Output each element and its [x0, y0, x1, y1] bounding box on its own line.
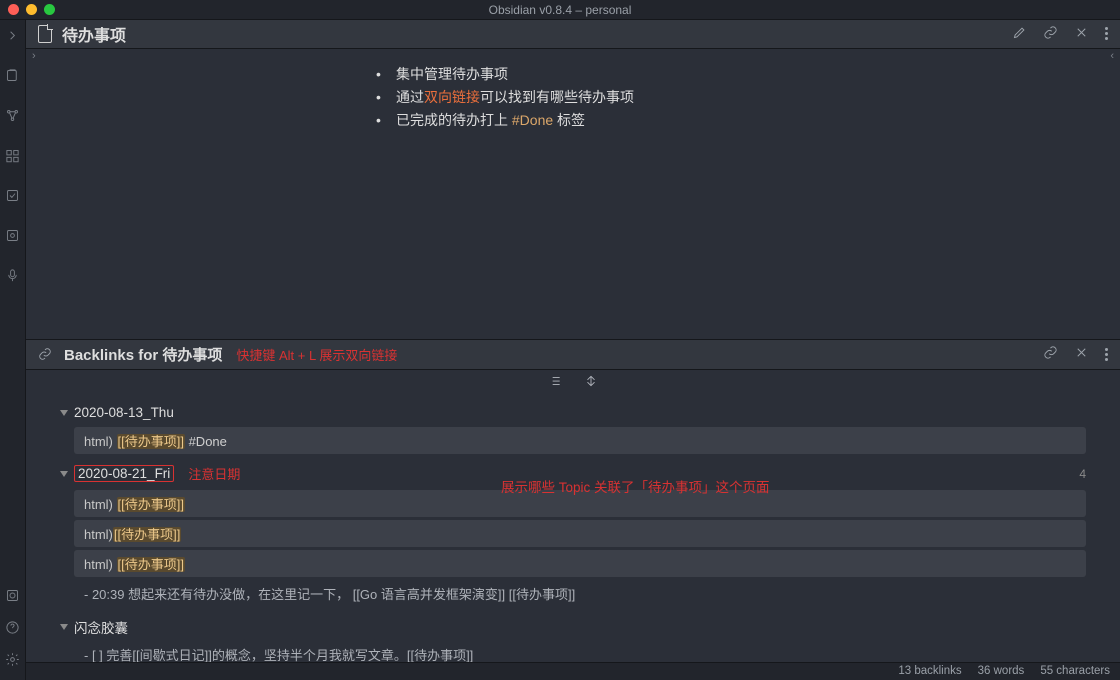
template-icon[interactable]	[5, 228, 20, 246]
expand-icon[interactable]	[5, 28, 20, 46]
status-backlinks: 13 backlinks	[898, 665, 961, 677]
backlink-group-header[interactable]: 闪念胶囊	[60, 613, 1086, 641]
list-icon[interactable]	[548, 374, 562, 391]
chevron-left-icon[interactable]: ‹	[1110, 51, 1114, 62]
backlink-row[interactable]: html) [[待办事项]] #Done	[74, 427, 1086, 454]
edit-icon[interactable]	[1012, 25, 1027, 43]
graph-icon[interactable]	[5, 108, 20, 126]
settings-icon[interactable]	[5, 652, 20, 670]
tags-icon[interactable]	[5, 148, 20, 166]
status-chars: 55 characters	[1040, 665, 1110, 677]
backlink-subrow[interactable]: - 20:39 想起来还有待办没做，在这里记一下， [[Go 语言高并发框架演变…	[60, 580, 1086, 607]
status-words: 36 words	[978, 665, 1025, 677]
left-rail	[0, 20, 26, 680]
backlink-icon	[38, 347, 52, 361]
backlink-subrow[interactable]: - [ ] 完善[[间歇式日记]]的概念，坚持半个月我就写文章。[[待办事项]]	[60, 641, 1086, 662]
backlinks-title: Backlinks for 待办事项	[64, 344, 222, 365]
annotation-hotkey: 快捷键 Alt + L 展示双向链接	[236, 345, 397, 364]
more-icon[interactable]	[1105, 348, 1108, 361]
backlink-row[interactable]: html) [[待办事项]]	[74, 550, 1086, 577]
backlinks-header: Backlinks for 待办事项 快捷键 Alt + L 展示双向链接	[26, 339, 1120, 370]
vault-icon[interactable]	[5, 588, 20, 606]
annotation-date: 注意日期	[188, 464, 240, 483]
note-title: 待办事项	[62, 22, 126, 46]
bullet-item: 通过双向链接可以找到有哪些待办事项	[376, 86, 1120, 109]
mic-icon[interactable]	[5, 268, 20, 286]
collapse-icon[interactable]	[584, 374, 598, 391]
chevron-down-icon	[60, 624, 68, 630]
title-bar: Obsidian v0.8.4 – personal	[0, 0, 1120, 20]
chevron-right-icon[interactable]: ›	[32, 51, 36, 62]
bullet-item: 已完成的待办打上 #Done 标签	[376, 109, 1120, 132]
minimize-window-icon[interactable]	[26, 4, 37, 15]
backlinks-body: 2020-08-13_Thuhtml) [[待办事项]] #Done2020-0…	[26, 395, 1120, 662]
status-bar: 13 backlinks 36 words 55 characters	[26, 662, 1120, 680]
close-window-icon[interactable]	[8, 4, 19, 15]
bullet-item: 集中管理待办事项	[376, 63, 1120, 86]
window-controls	[8, 4, 55, 15]
note-body: › ‹ 集中管理待办事项通过双向链接可以找到有哪些待办事项已完成的待办打上 #D…	[26, 49, 1120, 339]
checkbox-icon[interactable]	[5, 188, 20, 206]
note-header: 待办事项	[26, 20, 1120, 49]
chevron-down-icon	[60, 471, 68, 477]
annotation-center: 展示哪些 Topic 关联了「待办事项」这个页面	[501, 476, 770, 496]
chevron-down-icon	[60, 410, 68, 416]
app-title: Obsidian v0.8.4 – personal	[489, 3, 632, 17]
close-icon[interactable]	[1074, 345, 1089, 363]
backlink-group-header[interactable]: 2020-08-13_Thu	[60, 401, 1086, 424]
link-icon[interactable]	[1043, 345, 1058, 363]
file-icon	[38, 25, 52, 43]
backlink-row[interactable]: html)[[待办事项]]	[74, 520, 1086, 547]
files-icon[interactable]	[5, 68, 20, 86]
help-icon[interactable]	[5, 620, 20, 638]
maximize-window-icon[interactable]	[44, 4, 55, 15]
link-icon[interactable]	[1043, 25, 1058, 43]
backlinks-toolbar	[26, 370, 1120, 395]
more-icon[interactable]	[1105, 27, 1108, 40]
close-icon[interactable]	[1074, 25, 1089, 43]
